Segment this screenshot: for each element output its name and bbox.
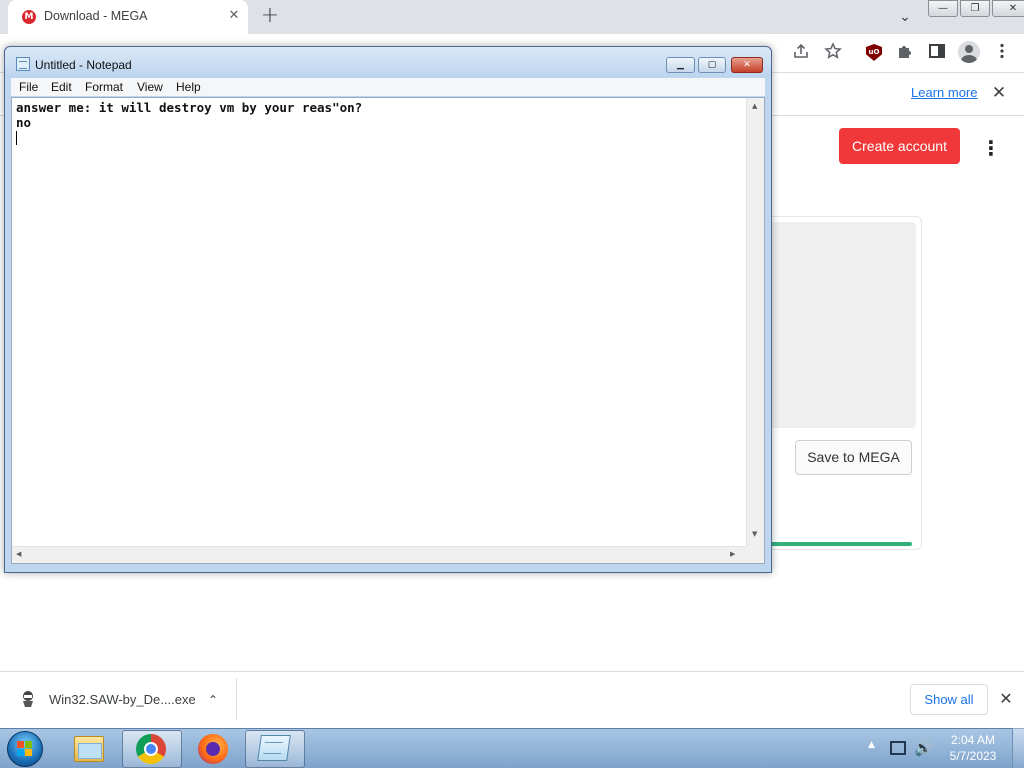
save-to-mega-button[interactable]: Save to MEGA: [795, 440, 912, 475]
show-hidden-icons-icon[interactable]: ▲: [868, 740, 875, 750]
downloaded-file-icon: [20, 690, 36, 708]
infobar-close-icon[interactable]: ✕: [989, 83, 1009, 103]
browser-tab-mega[interactable]: M Download - MEGA ✕: [8, 0, 248, 34]
scroll-right-icon[interactable]: ▶: [730, 550, 735, 558]
text-caret: [16, 131, 17, 145]
browser-close-button[interactable]: ✕: [992, 0, 1024, 17]
firefox-icon: [198, 734, 228, 764]
windows-explorer-icon: [74, 736, 104, 762]
more-options-icon[interactable]: ⋮: [981, 136, 1001, 160]
scroll-left-icon[interactable]: ◀: [16, 550, 21, 558]
windows-logo-icon: [17, 741, 33, 757]
resize-grip[interactable]: [746, 546, 764, 563]
notepad-menubar: File Edit Format View Help: [11, 78, 765, 96]
vertical-scrollbar[interactable]: ▲ ▼: [746, 98, 764, 548]
menu-help[interactable]: Help: [176, 80, 201, 94]
notepad-icon: [257, 735, 291, 761]
browser-minimize-button[interactable]: —: [928, 0, 958, 17]
download-file-name[interactable]: Win32.SAW-by_De....exe: [49, 692, 196, 707]
mega-favicon-icon: M: [22, 10, 36, 24]
extensions-icon[interactable]: [894, 42, 916, 64]
shelf-close-icon[interactable]: ✕: [996, 689, 1016, 709]
volume-icon[interactable]: 🔊: [914, 739, 933, 757]
notepad-title: Untitled - Notepad: [35, 58, 132, 72]
browser-maximize-button[interactable]: ❐: [960, 0, 990, 17]
create-account-button[interactable]: Create account: [839, 128, 960, 164]
menu-format[interactable]: Format: [85, 80, 123, 94]
new-tab-button[interactable]: +: [258, 4, 282, 28]
download-options-chevron-icon[interactable]: ⌃: [203, 690, 223, 710]
menu-icon[interactable]: [991, 42, 1013, 64]
bookmark-star-icon[interactable]: [822, 42, 844, 64]
chrome-icon: [136, 734, 166, 764]
menu-edit[interactable]: Edit: [51, 80, 72, 94]
side-panel-icon[interactable]: [926, 42, 948, 64]
shelf-divider: [236, 678, 237, 720]
scroll-up-icon[interactable]: ▲: [752, 102, 757, 110]
learn-more-link[interactable]: Learn more: [911, 85, 977, 100]
file-preview: [760, 222, 916, 428]
notepad-close-button[interactable]: ✕: [731, 57, 763, 73]
notepad-text-area[interactable]: answer me: it will destroy vm by your re…: [11, 97, 765, 564]
scroll-down-icon[interactable]: ▼: [752, 530, 757, 538]
profile-avatar-icon[interactable]: [958, 41, 980, 63]
tab-search-icon[interactable]: ⌄: [894, 6, 916, 28]
notepad-titlebar[interactable]: Untitled - Notepad ▁ ▢ ✕: [5, 47, 771, 77]
show-all-button[interactable]: Show all: [910, 684, 988, 715]
share-icon[interactable]: [790, 42, 812, 64]
horizontal-scrollbar[interactable]: ◀ ▶: [12, 546, 746, 563]
system-clock[interactable]: 2:04 AM 5/7/2023: [940, 732, 1006, 764]
tab-title: Download - MEGA: [44, 9, 148, 23]
browser-window-controls: — ❐ ✕: [928, 0, 1024, 18]
tab-close-icon[interactable]: ✕: [226, 8, 242, 24]
menu-view[interactable]: View: [137, 80, 163, 94]
notepad-maximize-button[interactable]: ▢: [698, 57, 726, 73]
show-desktop-button[interactable]: [1012, 728, 1024, 768]
clock-date: 5/7/2023: [949, 749, 997, 763]
download-progress-bar: [748, 542, 912, 546]
notepad-window: Untitled - Notepad ▁ ▢ ✕ File Edit Forma…: [4, 46, 772, 573]
menu-file[interactable]: File: [19, 80, 38, 94]
notepad-minimize-button[interactable]: ▁: [666, 57, 695, 73]
clock-time: 2:04 AM: [950, 733, 996, 747]
notepad-app-icon: [16, 57, 30, 71]
network-icon[interactable]: [890, 741, 906, 755]
notepad-content: answer me: it will destroy vm by your re…: [16, 100, 363, 130]
